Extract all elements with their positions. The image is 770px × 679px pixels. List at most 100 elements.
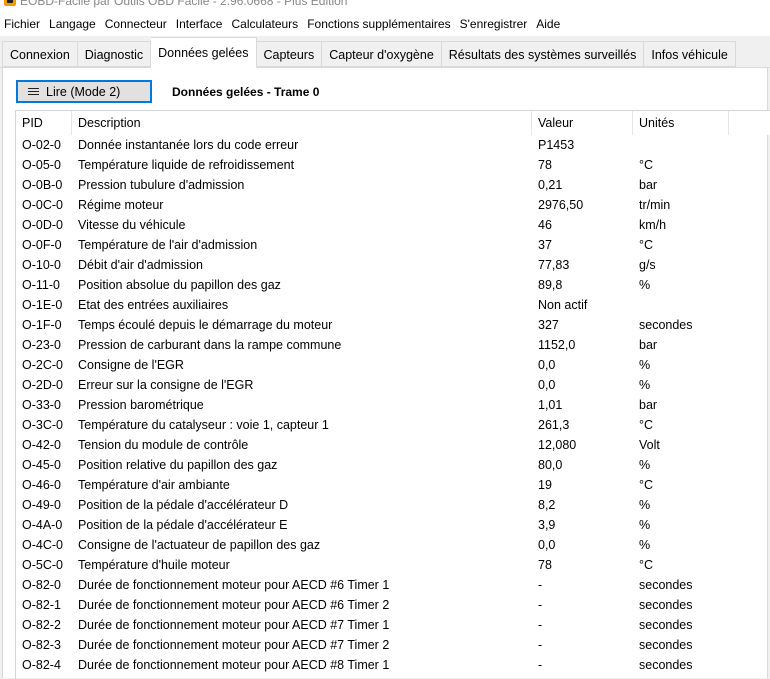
list-icon bbox=[28, 88, 39, 95]
table-row[interactable]: O-0C-0 Régime moteur 2976,50 tr/min bbox=[16, 195, 770, 215]
value-cell: 1152,0 bbox=[538, 338, 576, 352]
description-cell: Position relative du papillon des gaz bbox=[78, 458, 278, 472]
tab-bar: Connexion Diagnostic Données gelées Capt… bbox=[0, 36, 770, 68]
table-row[interactable]: O-2C-0 Consigne de l'EGR 0,0% bbox=[16, 355, 770, 375]
menu-connecteur[interactable]: Connecteur bbox=[101, 17, 172, 31]
value-cell: 327 bbox=[538, 318, 559, 332]
tab-resultats-systemes[interactable]: Résultats des systèmes surveillés bbox=[441, 41, 645, 67]
description-cell: Position de la pédale d'accélérateur E bbox=[78, 518, 288, 532]
units-cell: secondes bbox=[639, 318, 693, 332]
pid-cell: O-1E-0 bbox=[22, 298, 63, 312]
table-row[interactable]: O-82-3 Durée de fonctionnement moteur pou… bbox=[16, 635, 770, 655]
value-cell: 0,0 bbox=[538, 358, 556, 372]
units-cell: % bbox=[639, 278, 651, 292]
description-cell: Erreur sur la consigne de l'EGR bbox=[78, 378, 254, 392]
table-row[interactable]: O-11-0 Position absolue du papillon des g… bbox=[16, 275, 770, 295]
value-cell: 1,01 bbox=[538, 398, 563, 412]
pid-cell: O-82-2 bbox=[22, 618, 61, 632]
menu-fichier[interactable]: Fichier bbox=[0, 17, 45, 31]
description-cell: Consigne de l'EGR bbox=[78, 358, 184, 372]
pid-cell: O-33-0 bbox=[22, 398, 61, 412]
table-row[interactable]: O-45-0 Position relative du papillon des … bbox=[16, 455, 770, 475]
units-cell: g/s bbox=[639, 258, 656, 272]
frame-title: Données gelées - Trame 0 bbox=[172, 85, 320, 99]
units-cell: °C bbox=[639, 478, 654, 492]
units-cell: % bbox=[639, 378, 651, 392]
pid-cell: O-82-1 bbox=[22, 598, 61, 612]
pid-cell: O-10-0 bbox=[22, 258, 61, 272]
app-icon bbox=[4, 0, 16, 6]
table-row[interactable]: O-05-0 Température liquide de refroidisse… bbox=[16, 155, 770, 175]
title-bar: EOBD-Facile par Outils OBD Facile - 2.96… bbox=[0, 0, 770, 12]
table-row[interactable]: O-82-4 Durée de fonctionnement moteur pou… bbox=[16, 655, 770, 675]
value-cell: 0,0 bbox=[538, 378, 556, 392]
menu-calculateurs[interactable]: Calculateurs bbox=[227, 17, 303, 31]
units-cell: bar bbox=[639, 398, 658, 412]
freeze-frame-table[interactable]: PID Description Valeur Unités O-02-0 Donn… bbox=[15, 110, 770, 679]
pid-cell: O-42-0 bbox=[22, 438, 61, 452]
tab-capteurs[interactable]: Capteurs bbox=[256, 41, 323, 67]
table-row[interactable]: O-2D-0 Erreur sur la consigne de l'EGR 0,0… bbox=[16, 375, 770, 395]
tab-donnees-gelees[interactable]: Données gelées bbox=[151, 37, 257, 68]
tab-capteur-oxygene[interactable]: Capteur d'oxygène bbox=[322, 41, 442, 67]
table-row[interactable]: O-5C-0 Température d'huile moteur 78 °C bbox=[16, 555, 770, 575]
table-row[interactable]: O-23-0 Pression de carburant dans la ramp… bbox=[16, 335, 770, 355]
table-row[interactable]: O-0B-0 Pression tubulure d'admission 0,21 b… bbox=[16, 175, 770, 195]
pid-cell: O-23-0 bbox=[22, 338, 61, 352]
table-row[interactable]: O-10-0 Débit d'air d'admission 77,83 g/s bbox=[16, 255, 770, 275]
pid-cell: O-2C-0 bbox=[22, 358, 63, 372]
table-row[interactable]: O-1F-0 Temps écoulé depuis le démarrage d… bbox=[16, 315, 770, 335]
value-cell: 37 bbox=[538, 238, 552, 252]
tab-diagnostic[interactable]: Diagnostic bbox=[77, 41, 152, 67]
units-cell: km/h bbox=[639, 218, 667, 232]
units-cell: °C bbox=[639, 558, 654, 572]
table-row[interactable]: O-82-1 Durée de fonctionnement moteur pou… bbox=[16, 595, 770, 615]
value-cell: 19 bbox=[538, 478, 552, 492]
read-button-label: Lire (Mode 2) bbox=[46, 84, 121, 99]
window-title: EOBD-Facile par Outils OBD Facile - 2.96… bbox=[20, 0, 348, 8]
table-row[interactable]: O-4C-0 Consigne de l'actuateur de papillo… bbox=[16, 535, 770, 555]
menu-senregistrer[interactable]: S'enregistrer bbox=[456, 17, 533, 31]
value-cell: - bbox=[538, 578, 543, 592]
menu-langage[interactable]: Langage bbox=[45, 17, 101, 31]
pid-cell: O-82-4 bbox=[22, 658, 61, 672]
column-header-description[interactable]: Description bbox=[72, 111, 532, 135]
units-cell: °C bbox=[639, 418, 654, 432]
description-cell: Tension du module de contrôle bbox=[78, 438, 249, 452]
column-header-pid[interactable]: PID bbox=[16, 111, 72, 135]
column-header-units[interactable]: Unités bbox=[633, 111, 729, 135]
table-row[interactable]: O-82-2 Durée de fonctionnement moteur pou… bbox=[16, 615, 770, 635]
table-row[interactable]: O-33-0 Pression barométrique 1,01 bar bbox=[16, 395, 770, 415]
description-cell: Donnée instantanée lors du code erreur bbox=[78, 138, 299, 152]
pid-cell: O-4A-0 bbox=[22, 518, 63, 532]
table-row[interactable]: O-02-0 Donnée instantanée lors du code er… bbox=[16, 135, 770, 155]
table-row[interactable]: O-1E-0 Etat des entrées auxiliaires Non ac… bbox=[16, 295, 770, 315]
units-cell: bar bbox=[639, 178, 658, 192]
table-row[interactable]: O-0D-0 Vitesse du véhicule 46 km/h bbox=[16, 215, 770, 235]
menu-interface[interactable]: Interface bbox=[172, 17, 228, 31]
table-row[interactable]: O-42-0 Tension du module de contrôle 12,08… bbox=[16, 435, 770, 455]
tab-infos-vehicule[interactable]: Infos véhicule bbox=[644, 41, 736, 67]
description-cell: Durée de fonctionnement moteur pour AECD… bbox=[78, 658, 390, 672]
table-row[interactable]: O-46-0 Température d'air ambiante 19 °C bbox=[16, 475, 770, 495]
description-cell: Vitesse du véhicule bbox=[78, 218, 186, 232]
read-mode2-button[interactable]: Lire (Mode 2) bbox=[16, 80, 152, 103]
description-cell: Position de la pédale d'accélérateur D bbox=[78, 498, 289, 512]
table-row[interactable]: O-4A-0 Position de la pédale d'accélérate… bbox=[16, 515, 770, 535]
units-cell bbox=[633, 295, 729, 315]
pid-cell: O-0F-0 bbox=[22, 238, 62, 252]
column-header-value[interactable]: Valeur bbox=[532, 111, 633, 135]
value-cell: - bbox=[538, 618, 543, 632]
description-cell: Etat des entrées auxiliaires bbox=[78, 298, 229, 312]
menu-fonctions-supplementaires[interactable]: Fonctions supplémentaires bbox=[303, 17, 455, 31]
table-row[interactable]: O-82-0 Durée de fonctionnement moteur pou… bbox=[16, 575, 770, 595]
menu-aide[interactable]: Aide bbox=[532, 17, 565, 31]
tab-connexion[interactable]: Connexion bbox=[2, 41, 78, 67]
table-row[interactable]: O-0F-0 Température de l'air d'admission 37… bbox=[16, 235, 770, 255]
pid-cell: O-0B-0 bbox=[22, 178, 63, 192]
table-row[interactable]: O-49-0 Position de la pédale d'accélérate… bbox=[16, 495, 770, 515]
description-cell: Consigne de l'actuateur de papillon des … bbox=[78, 538, 321, 552]
value-cell: 78 bbox=[538, 158, 552, 172]
table-row[interactable]: O-3C-0 Température du catalyseur : voie 1… bbox=[16, 415, 770, 435]
description-cell: Température du catalyseur : voie 1, capt… bbox=[78, 418, 329, 432]
